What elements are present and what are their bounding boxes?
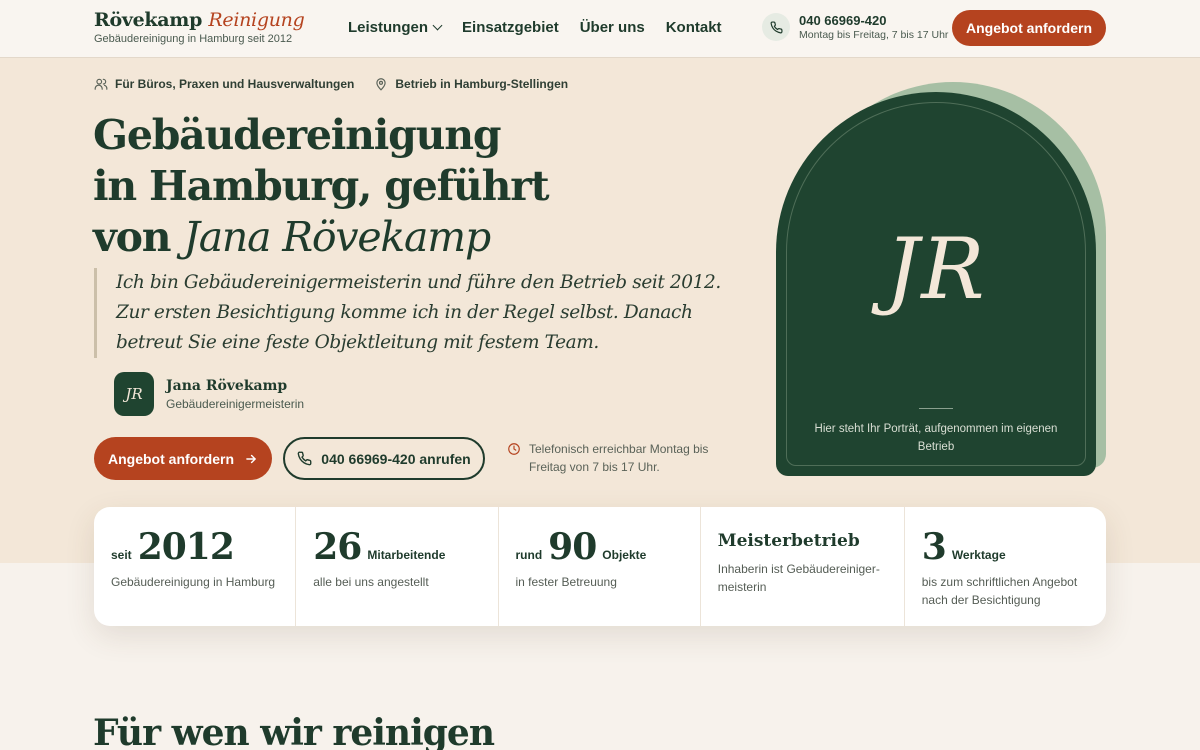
stat-suffix: Werktage: [951, 548, 1006, 562]
phone-icon: [297, 451, 312, 466]
nav-label: Kontakt: [665, 19, 722, 36]
reachability-text: Telefonisch erreichbar Montag bis Freita…: [529, 442, 709, 474]
stat-desc: bis zum schriftlichen Angebot nach der B…: [921, 575, 1078, 607]
quote-author: JR Jana Rövekamp Gebäudereinigermeisteri…: [114, 372, 304, 416]
portrait-caption: Hier steht Ihr Porträt, aufgenommen im e…: [814, 423, 1058, 453]
request-offer-label: Angebot anfordern: [108, 450, 234, 467]
stat-prefix: rund: [515, 548, 543, 562]
nav-label: Leistungen: [348, 19, 429, 36]
tag-location-label: Betrieb in Hamburg-Stellingen: [395, 77, 569, 91]
tag-audience-label: Für Büros, Praxen und Hausverwaltungen: [115, 77, 355, 91]
stat-desc: Inhaberin ist Gebäudereiniger-meisterin: [717, 562, 880, 594]
hero-tags: Für Büros, Praxen und Hausverwaltungen B…: [94, 77, 568, 91]
site-header: Rövekamp Reinigung Gebäudereinigung in H…: [0, 0, 1200, 58]
header-phone[interactable]: 040 66969-420 Montag bis Freitag, 7 bis …: [762, 13, 948, 41]
tag-location: Betrieb in Hamburg-Stellingen: [374, 77, 568, 91]
stat-number: 26: [313, 526, 362, 568]
stat-prefix: seit: [111, 548, 132, 562]
stat-founded: seit 2012 Gebäudereinigung in Hamburg: [94, 507, 297, 626]
hero-title-line1: Gebäudereinigung: [93, 111, 501, 159]
request-offer-button[interactable]: Angebot anfordern: [94, 437, 272, 480]
hero-title: Gebäudereinigung in Hamburg, geführt von…: [93, 110, 550, 263]
hero-title-line3: von Jana Rövekamp: [93, 212, 548, 263]
author-name: Jana Rövekamp: [166, 377, 288, 394]
nav-item-einsatzgebiet[interactable]: Einsatzgebiet: [462, 19, 559, 36]
brand-accent: Reinigung: [208, 9, 305, 31]
phone-icon: [762, 13, 790, 41]
hero-title-name: Jana Rövekamp: [183, 213, 491, 261]
author-role: Gebäudereinigermeisterin: [166, 396, 305, 411]
stats-bar: seit 2012 Gebäudereinigung in Hamburg 26 M…: [94, 507, 1106, 626]
stat-meister: Meisterbetrieb Inhaberin ist Gebäuderein…: [701, 507, 905, 626]
section-title: Für wen wir reinigen: [93, 712, 495, 750]
header-phone-hours: Montag bis Freitag, 7 bis 17 Uhr: [799, 29, 949, 41]
avatar: JR: [114, 372, 154, 416]
map-pin-icon: [376, 78, 387, 91]
header-cta-button[interactable]: Angebot anfordern: [952, 10, 1106, 46]
stat-employees: 26 Mitarbeitende alle bei uns angestellt: [296, 507, 499, 626]
brand-name: Rövekamp Reinigung: [94, 9, 305, 31]
hero-title-prefix: von: [93, 213, 184, 261]
users-icon: [94, 78, 108, 90]
portrait-divider: [919, 408, 953, 409]
stat-suffix: Objekte: [602, 548, 647, 562]
nav-label: Einsatzgebiet: [462, 19, 559, 36]
brand-subtitle: Gebäudereinigung in Hamburg seit 2012: [94, 33, 293, 45]
header-phone-number: 040 66969-420: [799, 13, 887, 28]
nav-label: Über uns: [579, 19, 645, 36]
hero-title-line2: in Hamburg, geführt: [93, 162, 550, 210]
nav-item-ueber-uns[interactable]: Über uns: [580, 19, 645, 36]
stat-number: 90: [548, 526, 597, 568]
stat-desc: Gebäudereinigung in Hamburg: [111, 575, 276, 589]
tag-audience: Für Büros, Praxen und Hausverwaltungen: [94, 77, 354, 91]
stat-suffix: Mitarbeitende: [367, 548, 446, 562]
portrait-initials: JR: [885, 220, 987, 318]
brand-logo[interactable]: Rövekamp Reinigung Gebäudereinigung in H…: [94, 9, 305, 45]
stat-number: 3: [921, 526, 947, 568]
chevron-down-icon: [432, 20, 443, 31]
call-button[interactable]: 040 66969-420 anrufen: [283, 437, 485, 480]
stat-desc: in fester Betreuung: [515, 575, 617, 589]
arrow-right-icon: [246, 454, 256, 463]
reachability-note: Telefonisch erreichbar Montag bis Freita…: [507, 440, 717, 476]
stat-desc: alle bei uns angestellt: [313, 575, 429, 589]
stat-objects: rund 90 Objekte in fester Betreuung: [499, 507, 701, 626]
clock-icon: [508, 443, 520, 455]
hero-quote: Ich bin Gebäudereinigermeisterin und füh…: [94, 268, 734, 358]
call-button-label: 040 66969-420 anrufen: [321, 450, 471, 467]
stat-workdays: 3 Werktage bis zum schriftlichen Angebot …: [905, 507, 1106, 626]
stat-number: 2012: [137, 526, 235, 568]
main-nav: Leistungen Einsatzgebiet Über uns Kontak…: [348, 19, 722, 36]
stat-title: Meisterbetrieb: [717, 531, 860, 551]
nav-item-leistungen[interactable]: Leistungen: [348, 19, 443, 36]
nav-item-kontakt[interactable]: Kontakt: [666, 19, 722, 36]
